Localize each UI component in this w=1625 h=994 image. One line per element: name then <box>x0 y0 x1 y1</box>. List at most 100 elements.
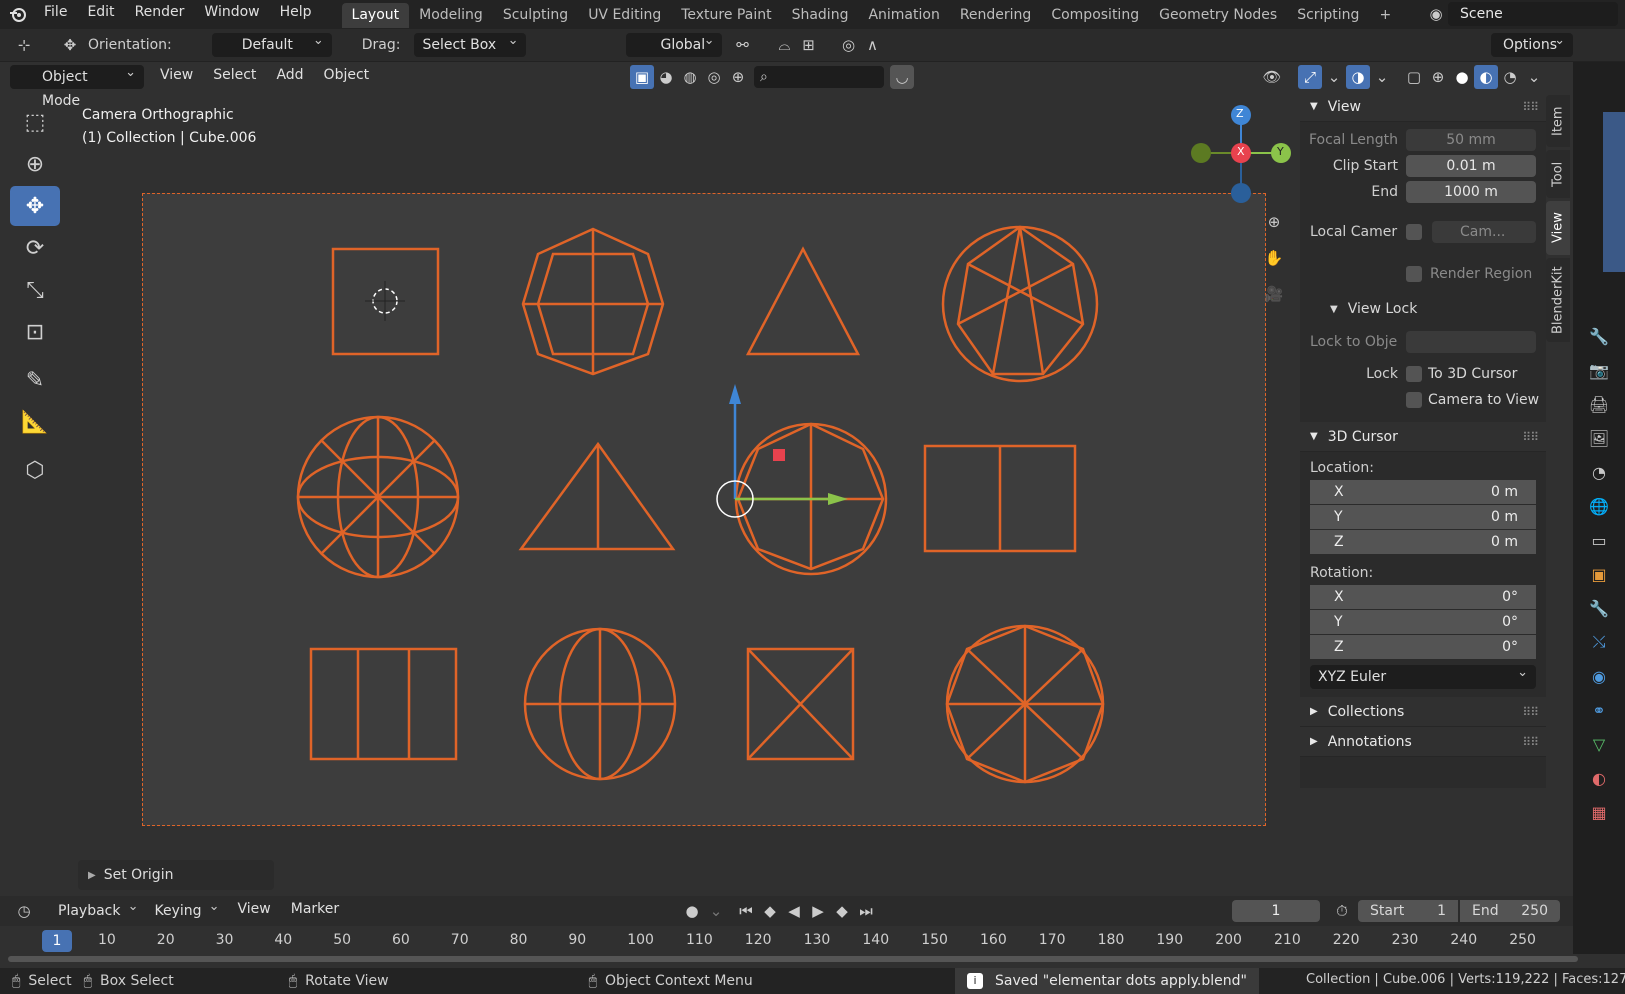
scene-name[interactable]: Scene <box>1448 2 1618 26</box>
play-icon[interactable]: ▶ <box>806 899 830 923</box>
keying-menu[interactable]: Keying <box>146 895 227 923</box>
status-message[interactable]: i Saved "elementar dots apply.blend" <box>955 968 1259 994</box>
annotations-section-header[interactable]: ▶ Annotations ⠿⠿ <box>1300 727 1546 757</box>
timeline-ruler[interactable]: 1 10 20 30 40 50 60 70 80 90 100 110 120 130 140 150 16… <box>0 926 1578 964</box>
orientation-dropdown[interactable]: Default <box>211 29 332 57</box>
tab-scripting[interactable]: Scripting <box>1287 3 1369 28</box>
drag-dropdown[interactable]: Select Box <box>414 29 527 57</box>
tab-rendering[interactable]: Rendering <box>950 3 1042 28</box>
chevron-down-icon[interactable]: ⌄ <box>1522 65 1546 89</box>
measure-tool-icon[interactable]: 📐 <box>10 402 60 442</box>
timer-icon[interactable]: ⏱ <box>1330 899 1354 923</box>
rotation-y-field[interactable]: Y 0° <box>1310 610 1536 634</box>
tab-item[interactable]: Item <box>1546 95 1570 147</box>
grip-icon[interactable]: ⠿⠿ <box>1522 100 1539 114</box>
start-frame-field[interactable]: Start 1 <box>1358 900 1458 922</box>
camera-to-view-checkbox[interactable] <box>1406 392 1422 408</box>
tab-geometry-nodes[interactable]: Geometry Nodes <box>1149 3 1287 28</box>
select-mode-icon[interactable]: ▣ <box>630 65 654 89</box>
physics-props-icon[interactable]: ◉ <box>1583 662 1615 690</box>
marker-menu[interactable]: Marker <box>281 897 349 926</box>
chevron-down-icon[interactable]: ⌄ <box>704 899 728 923</box>
overlays-icon[interactable]: ◑ <box>1346 65 1370 89</box>
snap-icon[interactable]: ⌓ <box>772 33 796 57</box>
menu-view[interactable]: View <box>150 63 203 92</box>
timeline-view-menu[interactable]: View <box>228 897 281 926</box>
menu-add[interactable]: Add <box>266 63 313 92</box>
world-props-icon[interactable]: 🌐 <box>1583 492 1615 520</box>
location-x-field[interactable]: X0 m <box>1310 480 1536 504</box>
collection-icon[interactable]: ⊕ <box>726 65 750 89</box>
menu-help[interactable]: Help <box>270 0 322 29</box>
sphere-icon[interactable]: ◕ <box>654 65 678 89</box>
grip-icon[interactable]: ⠿⠿ <box>1522 735 1539 749</box>
output-props-icon[interactable]: 🖨 <box>1583 390 1615 418</box>
pivot-icon[interactable]: ⚯ <box>730 33 754 57</box>
visibility-icon[interactable]: 👁 <box>1260 65 1284 89</box>
tab-view[interactable]: View <box>1546 201 1570 255</box>
tool-props-icon[interactable]: 🔧 <box>1583 322 1615 350</box>
solid-shading-icon[interactable]: ● <box>1450 65 1474 89</box>
select-box-tool-icon[interactable]: ⬚ <box>10 102 60 142</box>
cursor-section-header[interactable]: ▼ 3D Cursor ⠿⠿ <box>1300 422 1546 452</box>
location-z-field[interactable]: Z0 m <box>1310 530 1536 554</box>
view-section-header[interactable]: ▼ View ⠿⠿ <box>1300 92 1546 122</box>
local-camera-field[interactable]: Cam... <box>1432 221 1536 243</box>
material-props-icon[interactable]: ◐ <box>1583 764 1615 792</box>
playback-menu[interactable]: Playback <box>50 895 146 923</box>
play-reverse-icon[interactable]: ◀ <box>782 899 806 923</box>
end-frame-field[interactable]: End 250 <box>1460 900 1560 922</box>
constraints-props-icon[interactable]: ⚭ <box>1583 696 1615 724</box>
view-layer-props-icon[interactable]: 🖼 <box>1583 424 1615 452</box>
tab-modeling[interactable]: Modeling <box>409 3 493 28</box>
focal-length-field[interactable]: 50 mm <box>1406 129 1536 151</box>
tab-animation[interactable]: Animation <box>858 3 949 28</box>
gizmo-toggle-icon[interactable]: ⤢ <box>1298 65 1322 89</box>
data-props-icon[interactable]: ▽ <box>1583 730 1615 758</box>
pan-hand-icon[interactable]: ✋ <box>1262 246 1286 270</box>
texture-props-icon[interactable]: ▦ <box>1583 798 1615 826</box>
prev-keyframe-icon[interactable]: ◆ <box>758 899 782 923</box>
record-icon[interactable]: ● <box>680 899 704 923</box>
chevron-down-icon[interactable]: ⌄ <box>1322 65 1346 89</box>
tab-uv-editing[interactable]: UV Editing <box>578 3 671 28</box>
navigation-gizmo[interactable]: Z X Y <box>1186 103 1296 203</box>
material-shading-icon[interactable]: ◐ <box>1474 65 1498 89</box>
scale-tool-icon[interactable]: ⤡ <box>10 270 60 310</box>
menu-select[interactable]: Select <box>203 63 266 92</box>
move-tool-icon[interactable]: ✥ <box>10 186 60 226</box>
camera-frame[interactable] <box>142 193 1266 826</box>
jump-end-icon[interactable]: ⏭ <box>854 899 878 923</box>
rotation-mode-dropdown[interactable]: XYZ Euler <box>1310 661 1536 689</box>
add-workspace-icon[interactable]: + <box>1369 3 1401 28</box>
search-field[interactable]: ⌕ <box>754 66 884 88</box>
editor-type-icon[interactable]: ◷ <box>12 899 36 923</box>
transform-orientation-dropdown[interactable]: Global <box>626 29 723 57</box>
last-operator-panel[interactable]: ▶ Set Origin <box>78 860 274 890</box>
view-lock-header[interactable]: ▼ View Lock <box>1300 294 1546 324</box>
tab-texture-paint[interactable]: Texture Paint <box>671 3 781 28</box>
snap-target-icon[interactable]: ⊞ <box>796 33 820 57</box>
scene-selector[interactable]: ◉ Scene <box>1424 2 1618 26</box>
collection-props-icon[interactable]: ▭ <box>1583 526 1615 554</box>
to-3d-cursor-checkbox[interactable] <box>1406 366 1422 382</box>
rotate-tool-icon[interactable]: ⟳ <box>10 228 60 268</box>
render-region-checkbox[interactable] <box>1406 266 1422 282</box>
chevron-down-icon[interactable]: ⌄ <box>1370 65 1394 89</box>
filter-icon[interactable]: ◡ <box>890 65 914 89</box>
tab-blenderkit[interactable]: BlenderKit <box>1546 258 1570 342</box>
next-keyframe-icon[interactable]: ◆ <box>830 899 854 923</box>
tab-tool[interactable]: Tool <box>1546 150 1570 198</box>
menu-edit[interactable]: Edit <box>77 0 124 29</box>
options-dropdown[interactable]: Options <box>1491 29 1573 57</box>
particles-props-icon[interactable]: ⤯ <box>1583 628 1615 656</box>
modifier-props-icon[interactable]: 🔧 <box>1583 594 1615 622</box>
zoom-icon[interactable]: ⊕ <box>1262 210 1286 234</box>
render-props-icon[interactable]: 📷 <box>1583 356 1615 384</box>
globe-icon[interactable]: ◎ <box>702 65 726 89</box>
clip-start-field[interactable]: 0.01 m <box>1406 155 1536 177</box>
menu-window[interactable]: Window <box>194 0 269 29</box>
cursor-tool-icon[interactable]: ⊕ <box>10 144 60 184</box>
scene-props-icon[interactable]: ◔ <box>1583 458 1615 486</box>
jump-start-icon[interactable]: ⏮ <box>734 899 758 923</box>
